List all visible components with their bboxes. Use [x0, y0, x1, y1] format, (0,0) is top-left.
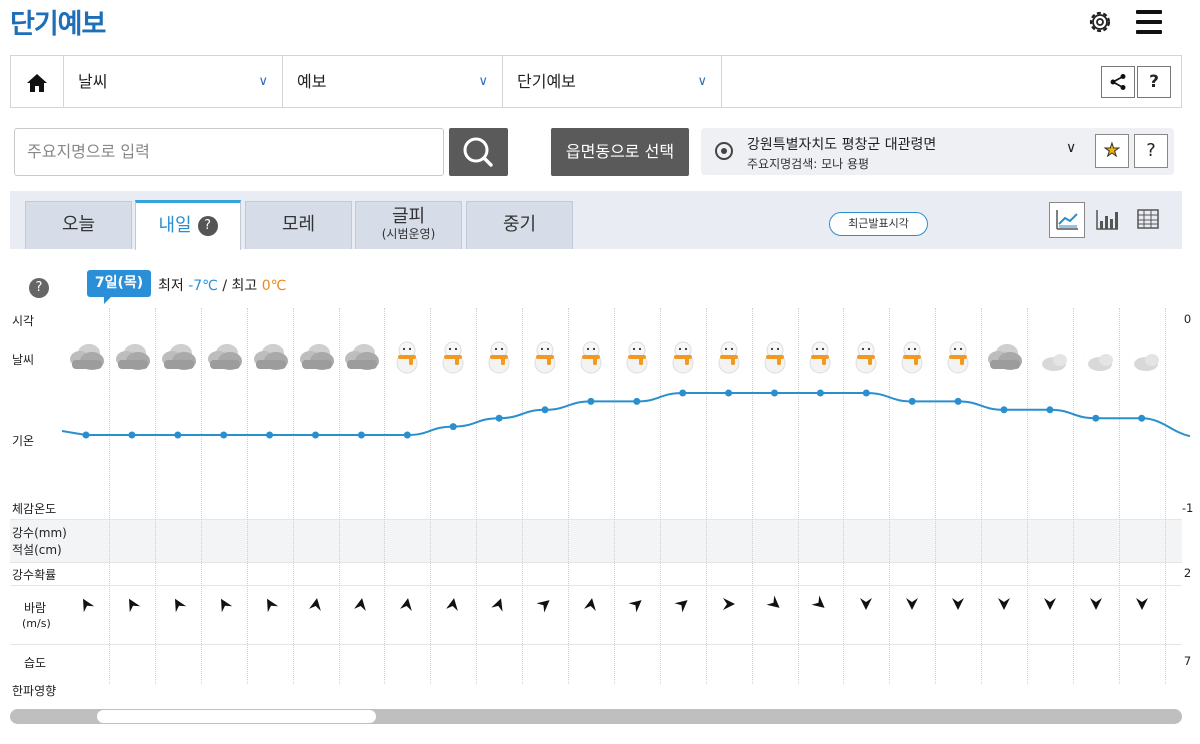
temperature-point [1138, 414, 1146, 422]
temperature-point [312, 431, 319, 439]
temperature-series-line [61, 392, 1191, 438]
temperature-point [908, 397, 916, 405]
temperature-point [1092, 414, 1100, 422]
temperature-point [1000, 406, 1008, 414]
temperature-point [174, 431, 182, 439]
temperature-point [633, 397, 641, 405]
temperature-point [862, 389, 870, 397]
temperature-point [1046, 406, 1054, 414]
temperature-line-chart [61, 389, 1191, 439]
temperature-point [266, 431, 274, 439]
temperature-point [357, 431, 365, 439]
temperature-point [954, 397, 962, 405]
temperature-point [816, 389, 824, 397]
horizontal-scrollbar-thumb[interactable] [97, 710, 376, 723]
temperature-point [495, 414, 503, 422]
temperature-point [220, 431, 228, 439]
temperature-point [403, 431, 411, 439]
temperature-point [725, 389, 733, 397]
temperature-point [541, 406, 549, 414]
temperature-point [449, 423, 457, 431]
temperature-point [587, 397, 595, 405]
temperature-point [771, 389, 778, 397]
temperature-point [128, 431, 136, 439]
temperature-point [82, 431, 90, 439]
temperature-point [679, 389, 687, 397]
